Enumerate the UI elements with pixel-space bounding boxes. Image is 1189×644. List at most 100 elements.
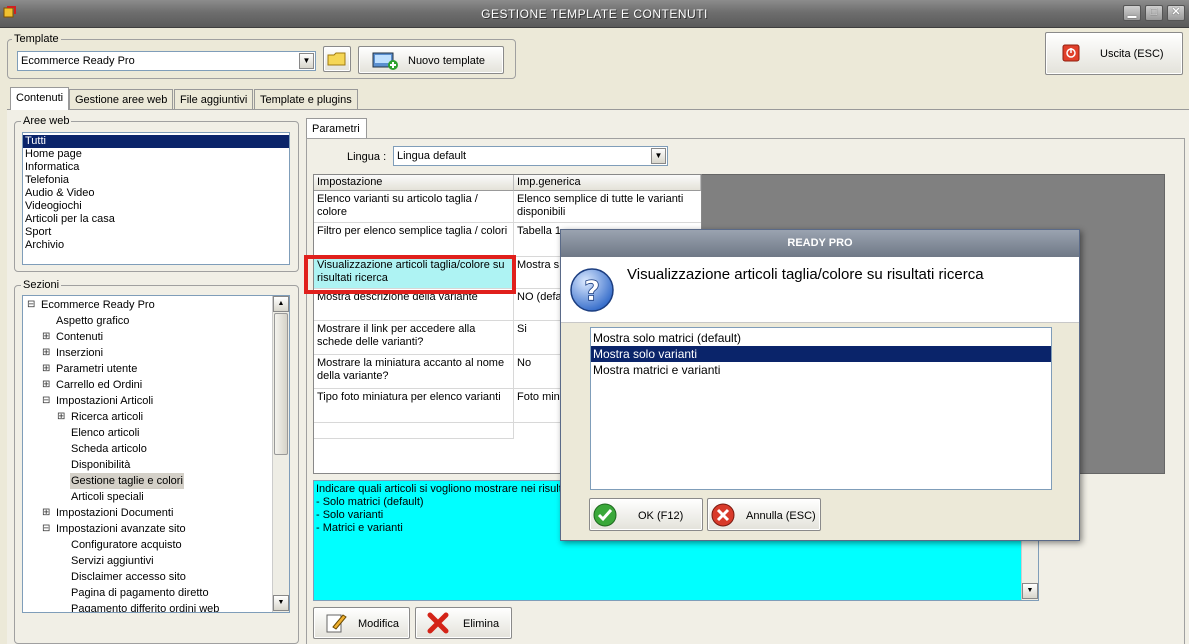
title-bar: GESTIONE TEMPLATE E CONTENUTI ▁ □ ✕ (0, 0, 1189, 28)
lingua-label: Lingua : (347, 151, 387, 163)
sezioni-tree[interactable]: ⊟ Ecommerce Ready Pro Aspetto grafico ⊞ Cont… (22, 295, 290, 613)
tree-expander-icon[interactable]: ⊟ (42, 523, 50, 534)
exit-button[interactable]: Uscita (ESC) (1045, 32, 1183, 75)
tree-expander-icon[interactable]: ⊞ (42, 347, 50, 358)
tree-item[interactable]: Gestione taglie e colori (70, 473, 184, 489)
edit-icon (326, 614, 347, 633)
delete-label: Elimina (463, 618, 500, 630)
dialog-options-list[interactable]: Mostra solo matrici (default) Mostra solo… (590, 327, 1052, 490)
chevron-down-icon[interactable]: ▼ (651, 148, 666, 164)
tree-expander-icon[interactable]: ⊞ (42, 379, 50, 390)
scroll-thumb[interactable] (274, 313, 288, 455)
cancel-button[interactable]: Annulla (ESC) (707, 498, 821, 531)
list-item[interactable]: Telefonia (23, 174, 289, 187)
tree-item[interactable]: Articoli speciali (70, 489, 145, 505)
ok-button[interactable]: OK (F12) (589, 498, 703, 531)
setting-name-cell[interactable]: Tipo foto miniatura per elenco varianti (314, 389, 514, 423)
scroll-up-icon[interactable]: ▲ (273, 296, 289, 312)
tree-item[interactable]: Parametri utente (55, 361, 138, 377)
question-icon: ? (570, 268, 614, 312)
setting-value-cell[interactable]: Elenco semplice di tutte le varianti dis… (514, 191, 701, 223)
open-folder-button[interactable] (323, 46, 351, 72)
tab-file-aggiuntivi[interactable]: File aggiuntivi (174, 89, 254, 110)
list-item[interactable]: Audio & Video (23, 187, 289, 200)
setting-name-cell[interactable]: Mostrare la miniatura accanto al nome de… (314, 355, 514, 389)
aree-web-list[interactable]: Tutti Home page Informatica Telefonia Audio … (22, 132, 290, 265)
ok-label: OK (F12) (638, 510, 684, 522)
ready-pro-dialog: READY PRO ? Visualizzazione articoli tag… (560, 229, 1080, 541)
window-title: GESTIONE TEMPLATE E CONTENUTI (481, 7, 708, 21)
dialog-header: ? Visualizzazione articoli taglia/colore… (561, 257, 1079, 323)
aree-web-label: Aree web (21, 115, 72, 127)
template-select-value: Ecommerce Ready Pro (21, 55, 135, 67)
modify-label: Modifica (358, 618, 399, 630)
tab-parametri[interactable]: Parametri (306, 118, 367, 139)
tree-expander-icon[interactable]: ⊞ (42, 507, 50, 518)
list-item[interactable]: Informatica (23, 161, 289, 174)
list-item[interactable]: Videogiochi (23, 200, 289, 213)
dialog-option[interactable]: Mostra matrici e varianti (591, 362, 1051, 378)
setting-name-cell[interactable]: Mostrare il link per accedere alla sched… (314, 321, 514, 355)
tree-item[interactable]: Ecommerce Ready Pro (40, 297, 156, 313)
dialog-option[interactable]: Mostra solo varianti (591, 346, 1051, 362)
tree-item[interactable]: Impostazioni Documenti (55, 505, 174, 521)
list-item[interactable]: Tutti (23, 135, 289, 148)
tree-item[interactable]: Ricerca articoli (70, 409, 144, 425)
delete-icon (427, 612, 449, 634)
dialog-option[interactable]: Mostra solo matrici (default) (591, 330, 1051, 346)
list-item[interactable]: Home page (23, 148, 289, 161)
tab-contenuti[interactable]: Contenuti (10, 87, 70, 110)
setting-name-cell[interactable]: Elenco varianti su articolo taglia / col… (314, 191, 514, 223)
sezioni-scrollbar[interactable]: ▲ ▼ (272, 296, 289, 612)
tree-item[interactable]: Contenuti (55, 329, 104, 345)
tree-item[interactable]: Impostazioni Articoli (55, 393, 154, 409)
scroll-down-icon[interactable]: ▼ (273, 595, 289, 611)
column-header: Impostazione (314, 175, 514, 191)
scroll-down-icon[interactable]: ▼ (1022, 583, 1038, 599)
tree-expander-icon[interactable]: ⊟ (27, 299, 35, 310)
tree-item[interactable]: Carrello ed Ordini (55, 377, 143, 393)
dialog-question: Visualizzazione articoli taglia/colore s… (627, 266, 984, 283)
tab-template-plugins[interactable]: Template e plugins (254, 89, 358, 110)
delete-button[interactable]: Elimina (415, 607, 512, 639)
list-item[interactable]: Articoli per la casa (23, 213, 289, 226)
tree-item[interactable]: Impostazioni avanzate sito (55, 521, 187, 537)
modify-button[interactable]: Modifica (313, 607, 410, 639)
maximize-button[interactable]: □ (1145, 5, 1163, 21)
power-icon (1062, 44, 1080, 62)
setting-name-cell[interactable]: Filtro per elenco semplice taglia / colo… (314, 223, 514, 257)
sezioni-label: Sezioni (21, 279, 62, 291)
empty-row (314, 423, 514, 439)
minimize-button[interactable]: ▁ (1123, 5, 1141, 21)
template-select[interactable]: Ecommerce Ready Pro ▼ (17, 51, 316, 71)
tree-item[interactable]: Pagamento differito ordini web (70, 601, 220, 612)
list-item[interactable]: Archivio (23, 239, 289, 252)
tree-item[interactable]: Configuratore acquisto (70, 537, 183, 553)
cancel-label: Annulla (ESC) (746, 510, 816, 522)
tree-item[interactable]: Disclaimer accesso sito (70, 569, 187, 585)
new-template-icon (372, 52, 398, 70)
folder-icon (327, 52, 346, 66)
tree-expander-icon[interactable]: ⊞ (42, 331, 50, 342)
chevron-down-icon[interactable]: ▼ (299, 53, 314, 69)
tree-expander-icon[interactable]: ⊞ (57, 411, 65, 422)
new-template-label: Nuovo template (408, 55, 486, 67)
tree-item[interactable]: Aspetto grafico (55, 313, 130, 329)
exit-label: Uscita (ESC) (1100, 48, 1164, 60)
new-template-button[interactable]: Nuovo template (358, 46, 504, 74)
tree-item[interactable]: Elenco articoli (70, 425, 140, 441)
tree-item[interactable]: Inserzioni (55, 345, 104, 361)
tree-item[interactable]: Pagina di pagamento diretto (70, 585, 210, 601)
tree-item[interactable]: Scheda articolo (70, 441, 148, 457)
tree-item[interactable]: Servizi aggiuntivi (70, 553, 155, 569)
lingua-select-value: Lingua default (397, 150, 467, 162)
svg-text:?: ? (584, 274, 600, 307)
tree-expander-icon[interactable]: ⊟ (42, 395, 50, 406)
dialog-title: READY PRO (561, 230, 1079, 257)
list-item[interactable]: Sport (23, 226, 289, 239)
tree-expander-icon[interactable]: ⊞ (42, 363, 50, 374)
close-button[interactable]: ✕ (1167, 5, 1185, 21)
lingua-select[interactable]: Lingua default ▼ (393, 146, 668, 166)
tree-item[interactable]: Disponibilità (70, 457, 131, 473)
tab-gestione-aree-web[interactable]: Gestione aree web (69, 89, 174, 110)
